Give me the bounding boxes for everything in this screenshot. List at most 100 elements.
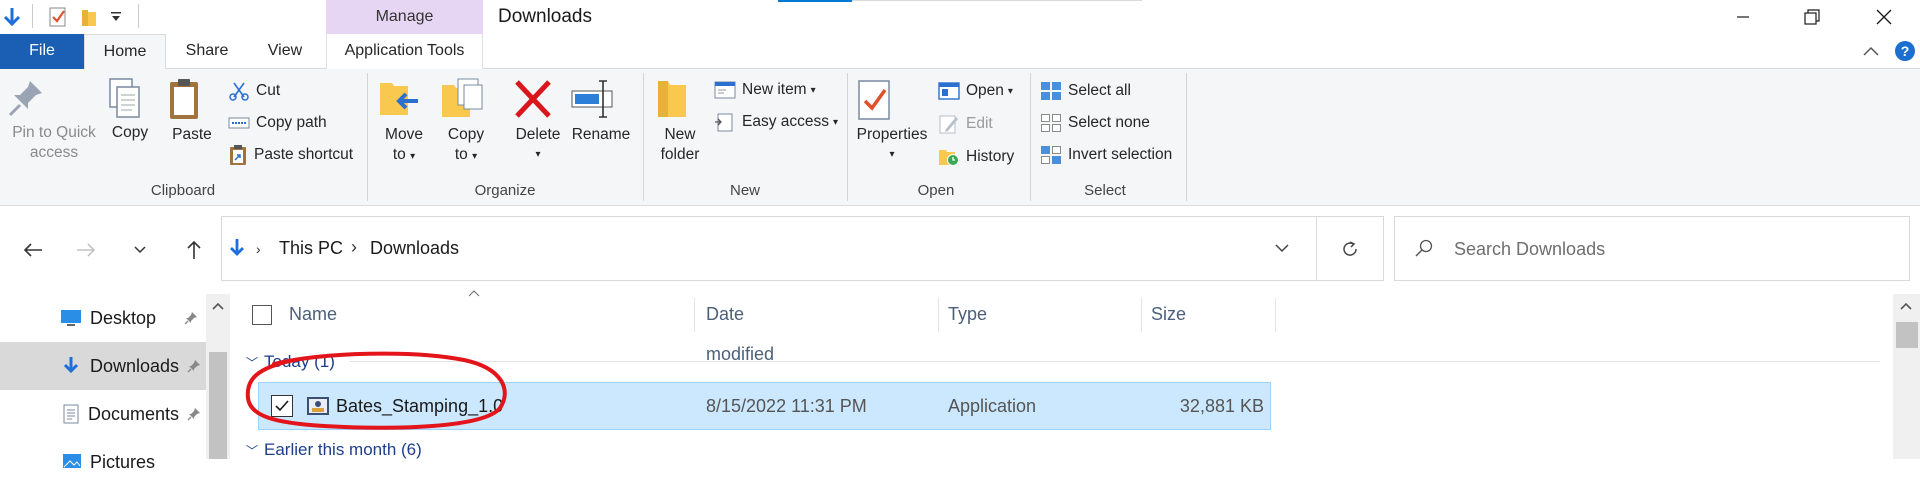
scroll-up-icon[interactable] bbox=[1900, 302, 1912, 310]
recent-locations-icon[interactable] bbox=[120, 230, 160, 270]
close-button[interactable] bbox=[1855, 0, 1913, 34]
paste-button[interactable]: Paste bbox=[164, 77, 220, 145]
column-divider[interactable] bbox=[1141, 298, 1142, 332]
easy-access-button[interactable]: Easy access ▾ bbox=[714, 109, 838, 135]
group-label-select: Select bbox=[1084, 182, 1126, 199]
column-header-type[interactable]: Type bbox=[948, 294, 987, 334]
rename-button[interactable]: Rename bbox=[570, 77, 632, 145]
copy-path-button[interactable]: Copy path bbox=[228, 110, 327, 136]
column-divider[interactable] bbox=[694, 298, 695, 332]
copy-to-icon bbox=[440, 77, 492, 121]
back-button[interactable] bbox=[13, 230, 53, 270]
chevron-right-icon[interactable]: › bbox=[351, 237, 357, 258]
breadcrumb-downloads[interactable]: Downloads bbox=[370, 238, 459, 259]
chevron-down-icon[interactable]: ﹀ bbox=[246, 444, 258, 458]
tab-share[interactable]: Share bbox=[174, 34, 240, 69]
window-title: Downloads bbox=[498, 6, 592, 27]
group-separator bbox=[643, 73, 644, 201]
file-type: Application bbox=[948, 396, 1037, 416]
nav-scrollbar-thumb[interactable] bbox=[209, 352, 227, 459]
invert-selection-icon bbox=[1040, 145, 1062, 165]
nav-item-documents[interactable]: Documents bbox=[0, 390, 206, 438]
pin-to-quick-access-button[interactable]: Pin to Quick access bbox=[6, 77, 102, 163]
documents-icon bbox=[62, 404, 80, 424]
pin-icon bbox=[6, 77, 102, 119]
downloads-location-icon bbox=[228, 238, 246, 260]
nav-item-desktop[interactable]: Desktop bbox=[0, 294, 206, 342]
select-all-icon bbox=[1040, 81, 1062, 101]
move-to-icon bbox=[378, 77, 430, 121]
history-icon bbox=[938, 147, 960, 167]
new-item-button[interactable]: New item ▾ bbox=[714, 77, 816, 103]
collapse-ribbon-icon[interactable] bbox=[1862, 44, 1880, 58]
chevron-right-icon[interactable]: › bbox=[256, 241, 261, 257]
search-icon bbox=[1415, 239, 1433, 257]
svg-text:?: ? bbox=[1901, 43, 1910, 59]
chevron-down-icon[interactable] bbox=[1275, 243, 1289, 253]
new-folder-icon[interactable] bbox=[80, 6, 98, 28]
cut-button[interactable]: Cut bbox=[228, 78, 280, 104]
group-separator bbox=[367, 73, 368, 201]
nav-item-pictures[interactable]: Pictures bbox=[0, 438, 206, 486]
history-button[interactable]: History bbox=[938, 144, 1014, 170]
group-label-clipboard: Clipboard bbox=[150, 182, 216, 199]
forward-button[interactable] bbox=[66, 230, 106, 270]
paste-shortcut-button[interactable]: Paste shortcut bbox=[228, 142, 353, 168]
restore-button[interactable] bbox=[1783, 0, 1841, 34]
nav-item-downloads[interactable]: Downloads bbox=[0, 342, 206, 390]
select-all-checkbox[interactable] bbox=[252, 305, 272, 325]
sort-ascending-icon bbox=[468, 289, 480, 297]
copy-to-button[interactable]: Copy to ▾ bbox=[440, 77, 492, 167]
column-divider[interactable] bbox=[938, 298, 939, 332]
content-scrollbar-thumb[interactable] bbox=[1896, 322, 1918, 348]
down-arrow-icon[interactable] bbox=[2, 6, 22, 28]
content-scrollbar[interactable] bbox=[1893, 294, 1920, 459]
delete-button[interactable]: Delete ▾ bbox=[512, 77, 564, 165]
pin-icon[interactable] bbox=[184, 311, 198, 325]
properties-icon bbox=[854, 77, 930, 121]
customize-qat-icon[interactable] bbox=[110, 10, 122, 24]
tab-application-tools[interactable]: Application Tools bbox=[326, 34, 483, 69]
column-divider[interactable] bbox=[1275, 298, 1276, 332]
up-button[interactable] bbox=[174, 230, 214, 270]
move-to-button[interactable]: Move to ▾ bbox=[378, 77, 430, 167]
column-header-size[interactable]: Size bbox=[1151, 294, 1186, 334]
delete-x-icon bbox=[512, 77, 564, 121]
edit-button[interactable]: Edit bbox=[938, 111, 993, 137]
tab-view[interactable]: View bbox=[258, 34, 312, 69]
easy-access-icon bbox=[714, 112, 736, 132]
clipboard-icon bbox=[164, 77, 220, 121]
qat-divider bbox=[32, 4, 33, 28]
rename-icon bbox=[570, 77, 632, 121]
pin-icon[interactable] bbox=[187, 407, 201, 421]
file-date-modified: 8/15/2022 11:31 PM bbox=[706, 396, 867, 416]
scroll-up-icon[interactable] bbox=[212, 302, 224, 310]
search-input[interactable]: Search Downloads bbox=[1454, 239, 1605, 260]
invert-selection-button[interactable]: Invert selection bbox=[1040, 142, 1172, 168]
edit-pencil-icon bbox=[938, 114, 960, 134]
manage-tab-group: Manage bbox=[326, 0, 483, 34]
ribbon: Pin to Quick access Copy Paste Cut Copy … bbox=[0, 69, 1920, 206]
copy-button[interactable]: Copy bbox=[104, 77, 156, 143]
tab-file[interactable]: File bbox=[0, 34, 84, 69]
address-bar[interactable]: › This PC › Downloads bbox=[221, 216, 1384, 281]
pin-icon[interactable] bbox=[187, 359, 201, 373]
column-header-name[interactable]: Name bbox=[289, 294, 337, 334]
open-button[interactable]: Open ▾ bbox=[938, 78, 1013, 104]
desktop-icon bbox=[60, 309, 82, 327]
paste-shortcut-icon bbox=[228, 144, 248, 166]
minimize-button[interactable] bbox=[1714, 0, 1772, 34]
select-none-button[interactable]: Select none bbox=[1040, 110, 1150, 136]
new-item-icon bbox=[714, 80, 736, 100]
select-all-button[interactable]: Select all bbox=[1040, 78, 1131, 104]
properties-check-icon[interactable] bbox=[48, 6, 68, 28]
breadcrumb-this-pc[interactable]: This PC bbox=[279, 238, 343, 259]
new-folder-button[interactable]: New folder bbox=[654, 77, 706, 165]
search-box[interactable]: Search Downloads bbox=[1394, 216, 1910, 281]
tab-home[interactable]: Home bbox=[84, 34, 166, 70]
help-icon[interactable]: ? bbox=[1894, 40, 1916, 62]
refresh-button[interactable] bbox=[1316, 216, 1384, 281]
column-header-date-modified[interactable]: Date modified bbox=[706, 294, 774, 364]
properties-button[interactable]: Properties ▾ bbox=[854, 77, 930, 165]
group-header-earlier-this-month[interactable]: ﹀ Earlier this month (6) bbox=[246, 440, 422, 460]
